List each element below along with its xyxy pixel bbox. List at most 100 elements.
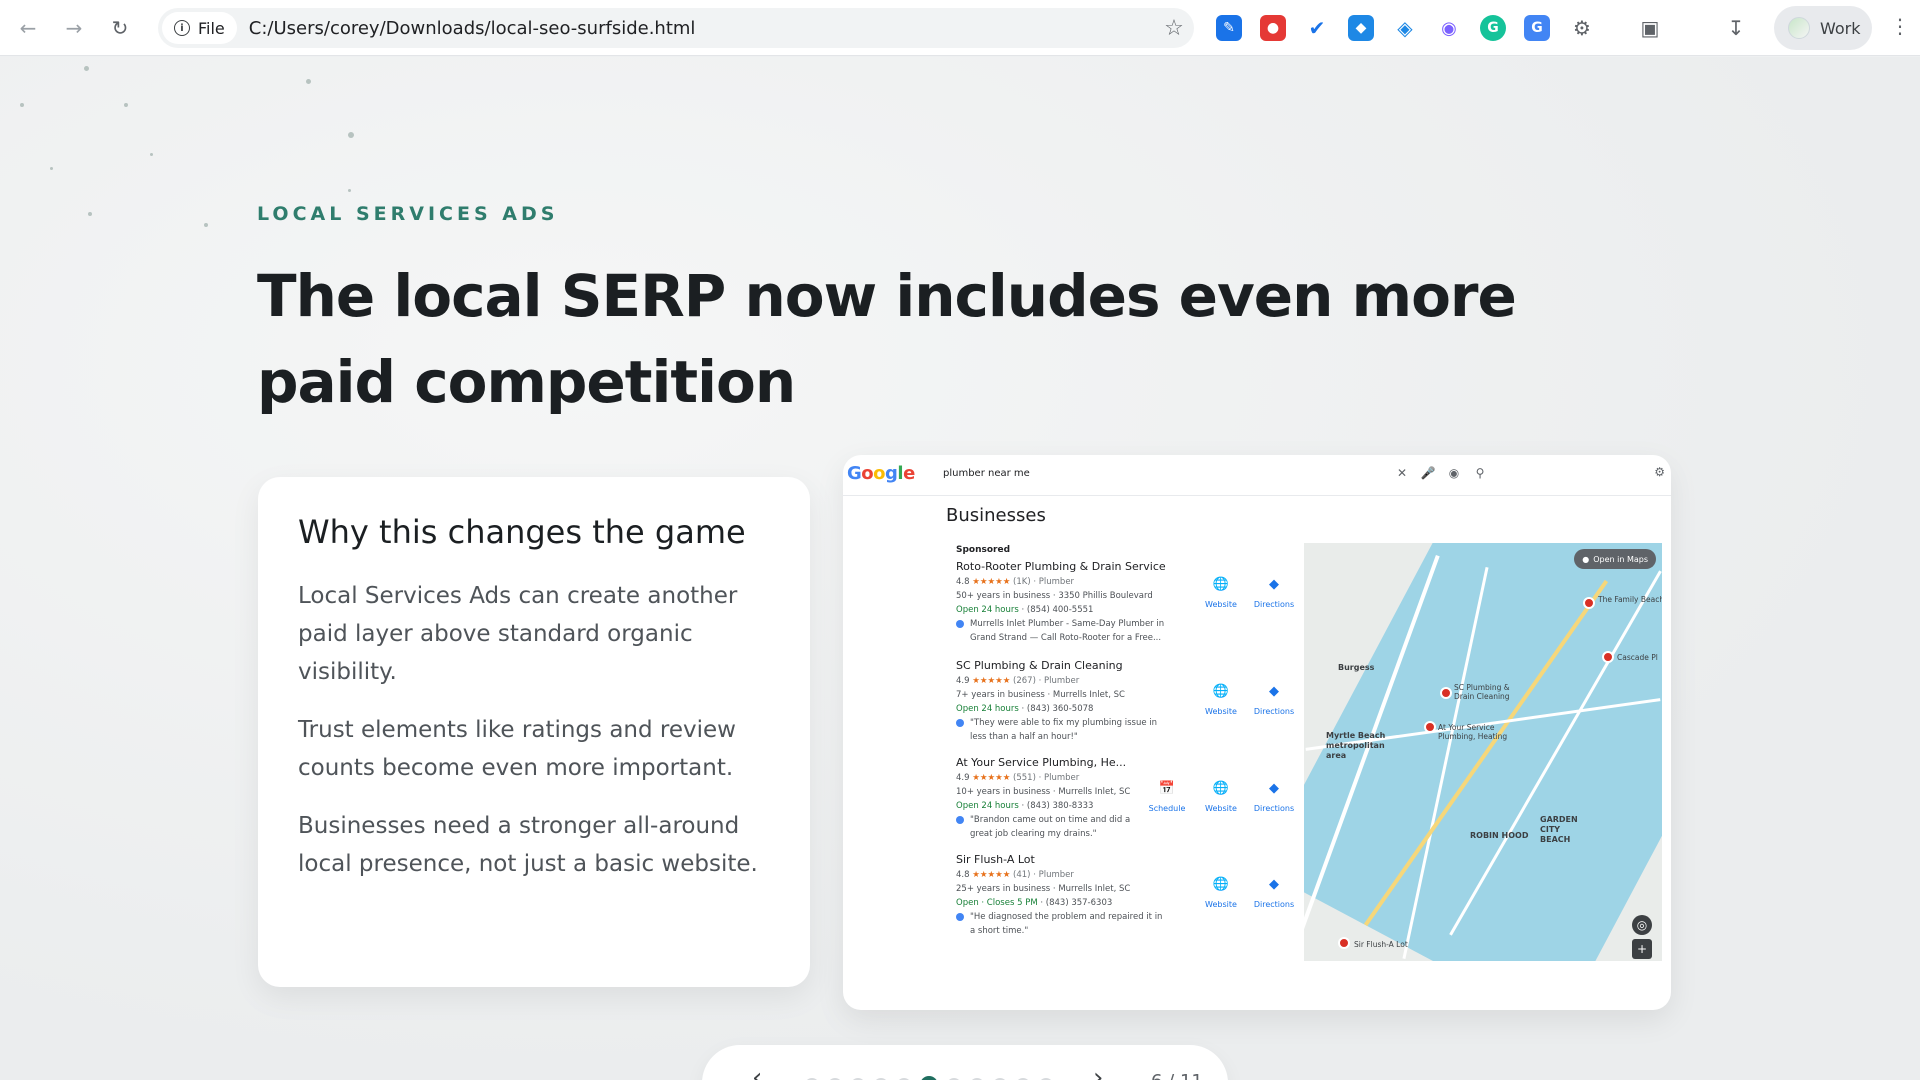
listing-phone: · (843) 360-5078 [1021, 704, 1094, 714]
directions-action: ◆ Directions [1247, 577, 1301, 609]
website-action: 🌐 Website [1194, 684, 1248, 716]
directions-action: ◆ Directions [1247, 684, 1301, 716]
map-pin-label: Sir Flush-A Lot [1354, 940, 1408, 949]
globe-icon: 🌐 [1212, 577, 1230, 592]
map-pin-label: Cascade Pl [1617, 653, 1658, 662]
tag-extension-icon[interactable]: ◆ [1348, 15, 1374, 41]
map-pin-icon [1440, 687, 1452, 699]
address-bar[interactable]: i File C:/Users/corey/Downloads/local-se… [158, 8, 1194, 48]
slide-counter: 6 / 11 [1151, 1071, 1203, 1080]
decorative-dot [348, 189, 351, 192]
slide-pagination [805, 1076, 1053, 1080]
locate-icon: ◎ [1632, 915, 1652, 935]
decorative-dot [204, 223, 208, 227]
listing-review: "He diagnosed the problem and repaired i… [956, 910, 1166, 938]
arrow-right-icon: → [65, 16, 83, 40]
reload-button[interactable]: ↻ [100, 8, 140, 48]
listing-hours: Open 24 hours [956, 704, 1019, 714]
map-pin-label: SC Plumbing & Drain Cleaning [1454, 683, 1510, 701]
grammarly-extension-icon[interactable]: G [1480, 15, 1506, 41]
lens-icon: ◉ [1448, 466, 1460, 480]
divider [843, 495, 1671, 496]
browser-toolbar: ← → ↻ i File C:/Users/corey/Downloads/lo… [0, 0, 1920, 56]
clear-icon: ✕ [1396, 466, 1408, 480]
section-eyebrow: LOCAL SERVICES ADS [257, 203, 559, 225]
decorative-dot [50, 167, 53, 170]
schedule-action: 📅 Schedule [1140, 781, 1194, 813]
download-icon[interactable]: ↧ [1722, 16, 1750, 40]
listing-hours: Open 24 hours [956, 605, 1019, 615]
sponsored-label: Sponsored [956, 545, 1011, 555]
listing-hours: Open · Closes 5 PM [956, 898, 1038, 908]
map-label: GARDEN CITY BEACH [1540, 815, 1578, 844]
broadcast-extension-icon[interactable]: ◉ [1436, 15, 1462, 41]
microphone-icon: 🎤 [1420, 466, 1436, 480]
pen-extension-icon[interactable]: ✎ [1216, 15, 1242, 41]
arrow-left-icon: ← [19, 16, 37, 40]
map-pin-icon: ● [1582, 554, 1590, 564]
website-action: 🌐 Website [1194, 781, 1248, 813]
url-text[interactable]: C:/Users/corey/Downloads/local-seo-surfs… [249, 18, 1154, 39]
globe-icon: 🌐 [1212, 877, 1230, 892]
site-info-chip[interactable]: i File [162, 12, 237, 44]
screen-recorder-extension-icon[interactable]: ● [1260, 15, 1286, 41]
reload-icon: ↻ [111, 16, 129, 40]
decorative-dot [84, 66, 89, 71]
directions-icon: ◆ [1269, 577, 1279, 592]
decorative-dot [88, 212, 92, 216]
map-pin-icon [1338, 937, 1350, 949]
listing-name: At Your Service Plumbing, He... [956, 756, 1127, 769]
google-logo: Google [847, 463, 915, 484]
listing-phone: · (843) 380-8333 [1021, 801, 1094, 811]
directions-icon: ◆ [1269, 684, 1279, 699]
decorative-dot [348, 132, 354, 138]
listing-meta: (41) · Plumber [1013, 870, 1074, 880]
listing-phone: · (854) 400-5551 [1021, 605, 1094, 615]
checkmark-extension-icon[interactable]: ✔ [1304, 15, 1330, 41]
info-icon: i [174, 20, 190, 36]
forward-button[interactable]: → [54, 8, 94, 48]
directions-action: ◆ Directions [1247, 877, 1301, 909]
listing-name: Roto-Rooter Plumbing & Drain Service [956, 560, 1166, 573]
directions-icon: ◆ [1269, 877, 1279, 892]
map-label: ROBIN HOOD [1470, 831, 1529, 840]
map-pin-label: At Your Service Plumbing, Heating [1438, 723, 1508, 741]
map-pin-icon [1424, 721, 1436, 733]
bookmark-tag-extension-icon[interactable]: ◈ [1392, 15, 1418, 41]
map-label: Myrtle Beach metropolitan area [1326, 731, 1386, 760]
profile-label: Work [1820, 18, 1861, 38]
card-title: Why this changes the game [298, 513, 746, 551]
listing-name: SC Plumbing & Drain Cleaning [956, 659, 1123, 672]
decorative-dot [150, 153, 153, 156]
puzzle-extensions-icon[interactable]: ⚙ [1568, 16, 1596, 40]
prev-slide-button[interactable]: ‹ [752, 1063, 762, 1080]
slide: LOCAL SERVICES ADS The local SERP now in… [0, 57, 1920, 1080]
card-paragraph: Local Services Ads can create another pa… [298, 583, 738, 685]
globe-icon: 🌐 [1212, 684, 1230, 699]
star-rating-icon: ★★★★★ [972, 676, 1011, 686]
decorative-dot [306, 79, 311, 84]
map-pin-icon [1602, 651, 1614, 663]
card-paragraph: Businesses need a stronger all-around lo… [298, 813, 758, 877]
listing-meta: (1K) · Plumber [1013, 577, 1075, 587]
calendar-icon: 📅 [1158, 781, 1176, 796]
listing-review: Murrells Inlet Plumber - Same-Day Plumbe… [956, 617, 1166, 645]
decorative-dot [124, 103, 128, 107]
pagination-dot-active[interactable] [920, 1076, 938, 1080]
listing-meta: (267) · Plumber [1013, 676, 1080, 686]
profile-button[interactable]: Work [1774, 6, 1872, 50]
listing-rating: 4.8 [956, 870, 970, 880]
listing-name: Sir Flush-A Lot [956, 853, 1035, 866]
bookmark-star-icon[interactable]: ☆ [1154, 16, 1194, 41]
star-rating-icon: ★★★★★ [972, 577, 1011, 587]
zoom-in-icon: + [1632, 939, 1652, 959]
back-button[interactable]: ← [8, 8, 48, 48]
side-panel-icon[interactable]: ▣ [1636, 16, 1664, 40]
open-in-maps-button: ● Open in Maps [1574, 549, 1656, 569]
star-rating-icon: ★★★★★ [972, 870, 1011, 880]
card-paragraph: Trust elements like ratings and review c… [298, 717, 736, 781]
translate-extension-icon[interactable]: G [1524, 15, 1550, 41]
next-slide-button[interactable]: › [1093, 1063, 1103, 1080]
map-pin-label: The Family Beach Plumbing Expert [1598, 595, 1662, 604]
browser-menu-icon[interactable]: ⋮ [1890, 14, 1910, 38]
